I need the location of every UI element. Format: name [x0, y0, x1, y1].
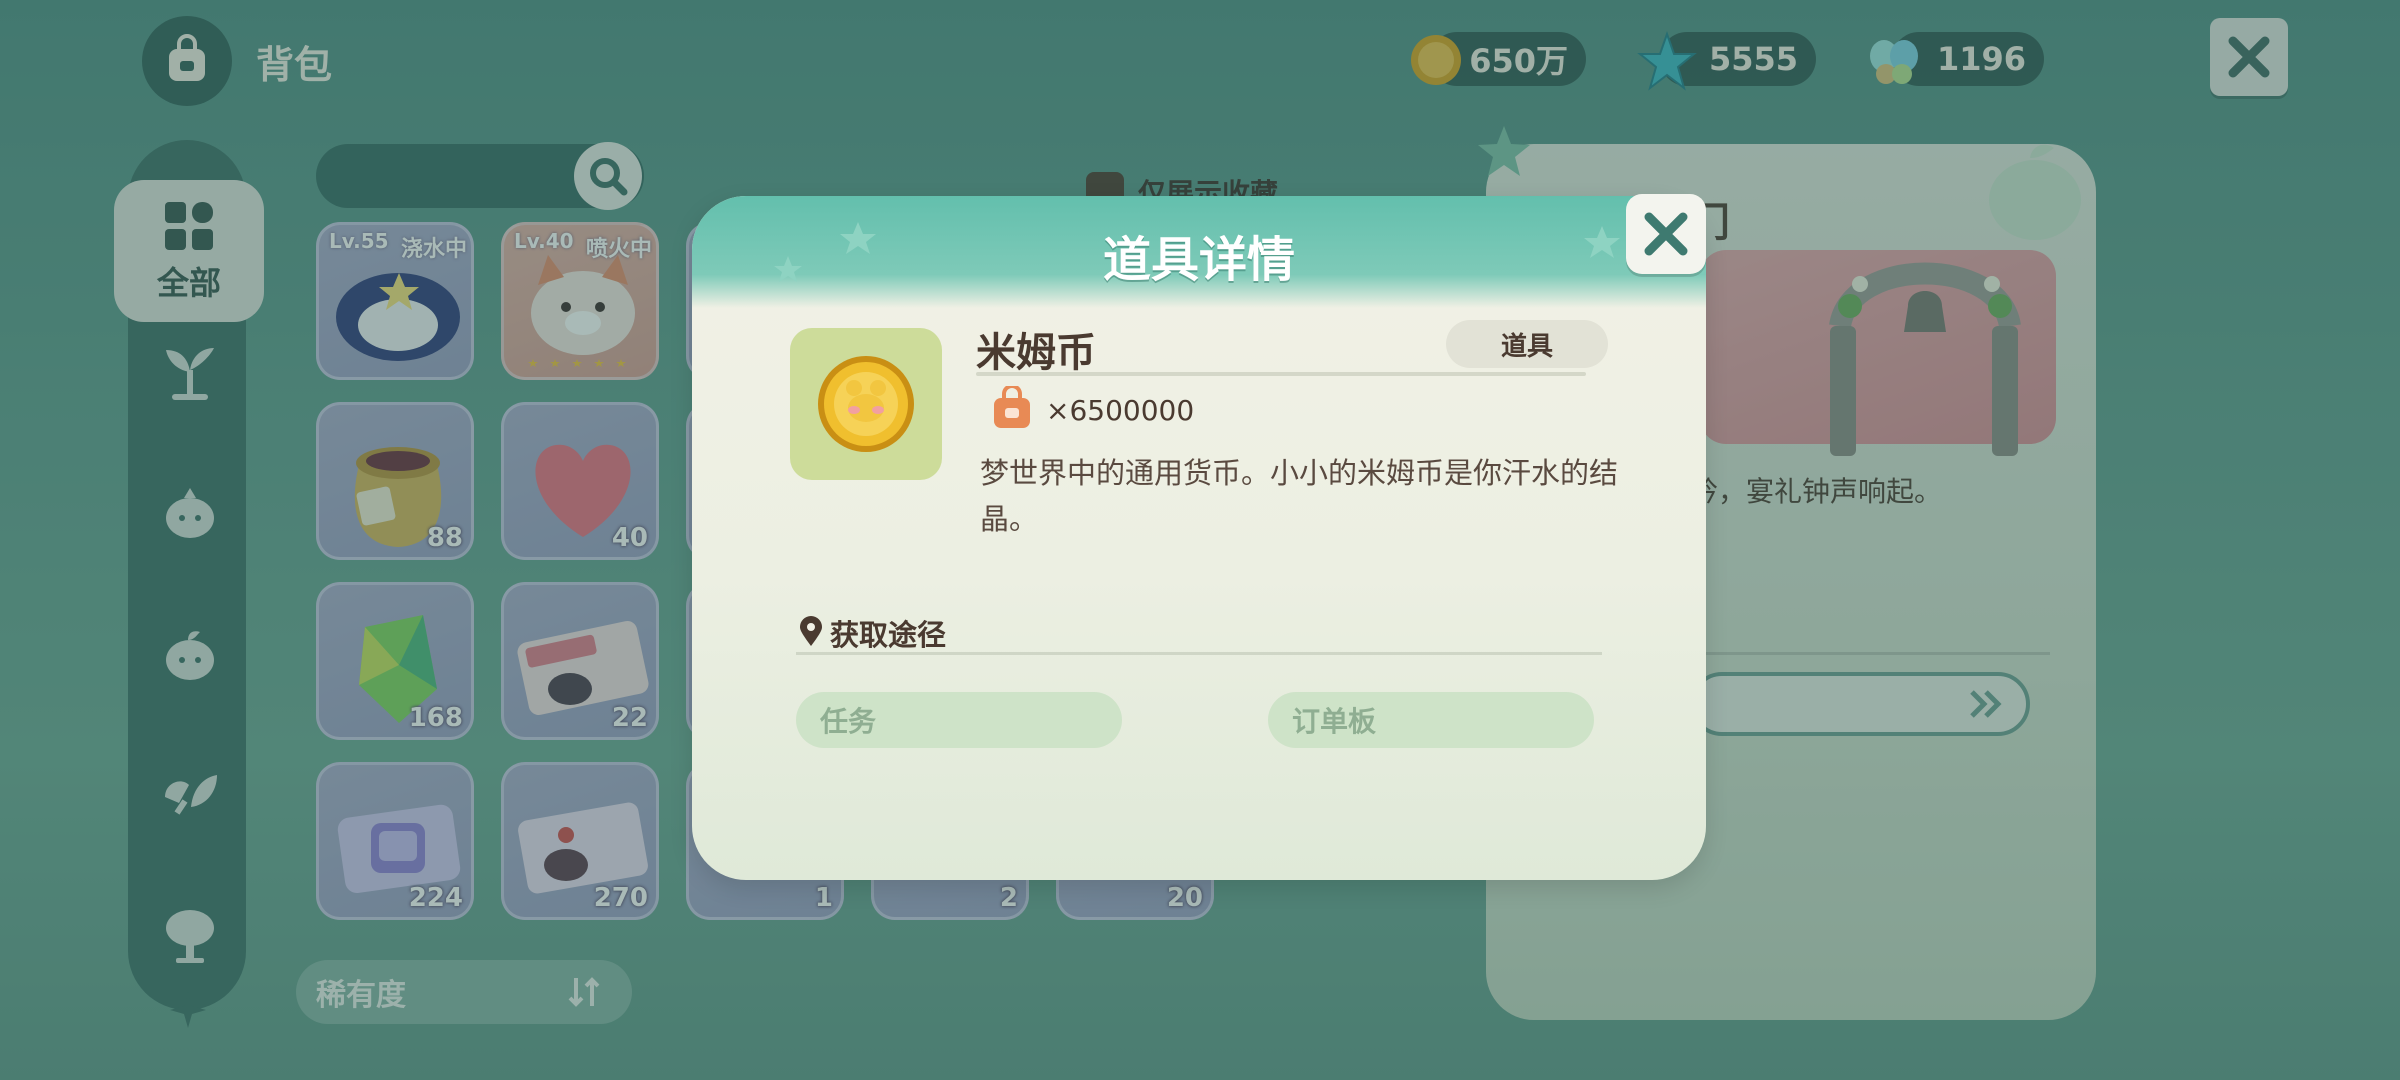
- source-order-board-button[interactable]: 订单板: [1268, 692, 1594, 748]
- item-details-dialog: 道具详情 米姆币 道具 ×6500000 梦世界中的通用货币。小小的米姆币是你汗…: [692, 196, 1706, 880]
- dialog-title: 道具详情: [1102, 232, 1295, 288]
- backpack-icon: [994, 386, 1030, 428]
- item-type-badge: 道具: [1446, 320, 1608, 368]
- item-description: 梦世界中的通用货币。小小的米姆币是你汗水的结晶。: [980, 456, 1619, 536]
- item-thumbnail: [790, 328, 942, 480]
- close-icon: [1644, 212, 1688, 256]
- source-quest-button[interactable]: 任务: [796, 692, 1122, 748]
- owned-count: ×6500000: [1046, 394, 1195, 427]
- source-section-title: 获取途径: [830, 618, 947, 652]
- item-name: 米姆币: [976, 330, 1096, 376]
- close-dialog-button[interactable]: [1626, 194, 1706, 274]
- divider: [976, 372, 1586, 376]
- divider: [796, 652, 1602, 655]
- mim-coin-icon: [818, 356, 914, 452]
- location-pin-icon: [800, 616, 822, 646]
